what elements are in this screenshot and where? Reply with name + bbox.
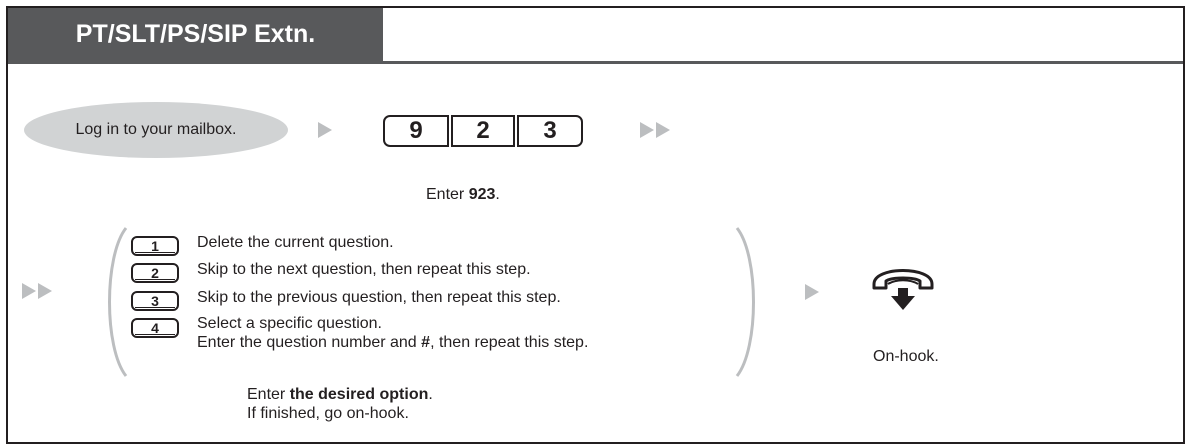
option-text-4: Select a specific question. Enter the que…	[197, 315, 589, 351]
on-hook-handset-icon	[872, 269, 934, 310]
option-key-3: 3	[131, 291, 179, 311]
continue-arrow-icon-a	[22, 283, 36, 299]
login-mailbox-step: Log in to your mailbox.	[24, 102, 288, 158]
right-parenthesis	[735, 227, 755, 377]
arrow-right-icon-2	[805, 284, 819, 300]
option-key-1: 1	[131, 236, 179, 256]
left-parenthesis	[108, 227, 128, 377]
step2-caption: Enter the desired option. If finished, go…	[247, 386, 433, 422]
continue-arrow-icon-b	[38, 283, 52, 299]
arrow-right-icon	[318, 122, 332, 138]
header-divider	[8, 61, 1183, 64]
key-9: 9	[383, 115, 449, 147]
key-2: 2	[451, 115, 515, 147]
option-key-2: 2	[131, 263, 179, 283]
diagram-frame	[6, 6, 1185, 444]
option-text-3: Skip to the previous question, then repe…	[197, 289, 561, 306]
key-3: 3	[517, 115, 583, 147]
option-text-1: Delete the current question.	[197, 234, 394, 251]
double-arrow-icon-a	[640, 122, 654, 138]
step1-caption: Enter 923.	[426, 186, 500, 203]
option-text-2: Skip to the next question, then repeat t…	[197, 261, 531, 278]
double-arrow-icon-b	[656, 122, 670, 138]
header-title: PT/SLT/PS/SIP Extn.	[8, 8, 383, 61]
on-hook-label: On-hook.	[873, 348, 939, 365]
option-key-4: 4	[131, 318, 179, 338]
